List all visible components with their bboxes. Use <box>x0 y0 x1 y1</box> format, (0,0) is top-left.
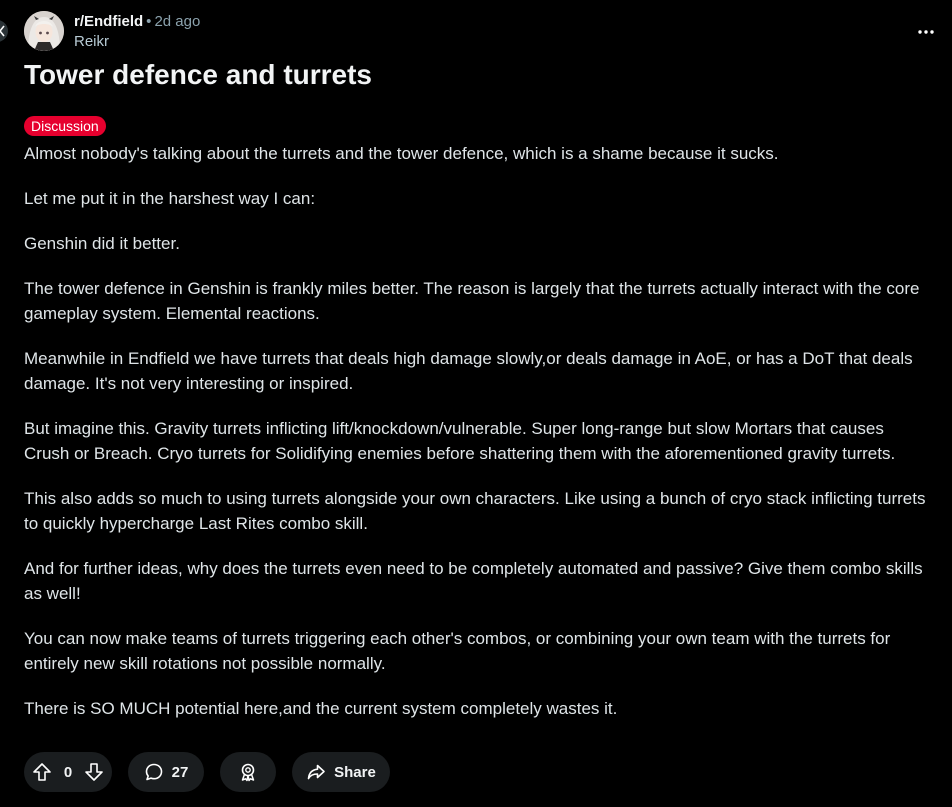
post-meta: r/Endfield • 2d ago Reikr <box>74 12 200 52</box>
upvote-button[interactable] <box>32 762 52 782</box>
body-paragraph: The tower defence in Genshin is frankly … <box>24 279 920 323</box>
award-icon <box>241 763 255 782</box>
post-header: r/Endfield • 2d ago Reikr <box>24 10 952 54</box>
post-title: Tower defence and turrets <box>24 59 373 90</box>
post-page: r/Endfield • 2d ago Reikr Tower defence an… <box>0 0 952 807</box>
share-button[interactable]: Share <box>292 752 390 792</box>
subreddit-avatar[interactable] <box>24 11 64 51</box>
vote-control: 0 <box>24 752 112 792</box>
body-paragraph: You can now make teams of turrets trigge… <box>24 629 891 673</box>
subreddit-link[interactable]: r/Endfield <box>74 13 143 30</box>
post-time: 2d ago <box>154 13 201 30</box>
body-paragraph: Genshin did it better. <box>24 234 180 253</box>
action-bar: 0 27 Share <box>24 752 390 792</box>
comment-count: 27 <box>171 763 189 781</box>
body-paragraph: Let me put it in the harshest way I can: <box>24 189 316 208</box>
post-body: Almost nobody's talking about the turret… <box>24 141 929 741</box>
flair-badge[interactable]: Discussion <box>24 116 106 136</box>
author-link[interactable]: Reikr <box>74 32 200 52</box>
award-button[interactable] <box>220 752 276 792</box>
comments-button[interactable]: 27 <box>128 752 204 792</box>
body-paragraph: Almost nobody's talking about the turret… <box>24 144 779 163</box>
comment-bubble-icon <box>145 763 162 781</box>
downvote-button[interactable] <box>84 762 104 782</box>
body-paragraph: This also adds so much to using turrets … <box>24 489 926 533</box>
more-options-button[interactable] <box>914 20 938 44</box>
body-paragraph: And for further ideas, why does the turr… <box>24 559 923 603</box>
more-horizontal-icon <box>918 30 934 34</box>
share-arrow-icon <box>307 764 325 780</box>
chevron-left-icon <box>0 25 5 37</box>
meta-separator: • <box>146 13 152 30</box>
body-paragraph: Meanwhile in Endfield we have turrets th… <box>24 349 913 393</box>
body-paragraph: There is SO MUCH potential here,and the … <box>24 699 618 718</box>
share-label: Share <box>334 763 376 781</box>
upvote-arrow-icon <box>33 763 51 781</box>
back-button[interactable] <box>0 20 8 42</box>
body-paragraph: But imagine this. Gravity turrets inflic… <box>24 419 896 463</box>
vote-count: 0 <box>63 763 73 781</box>
downvote-arrow-icon <box>85 763 103 781</box>
